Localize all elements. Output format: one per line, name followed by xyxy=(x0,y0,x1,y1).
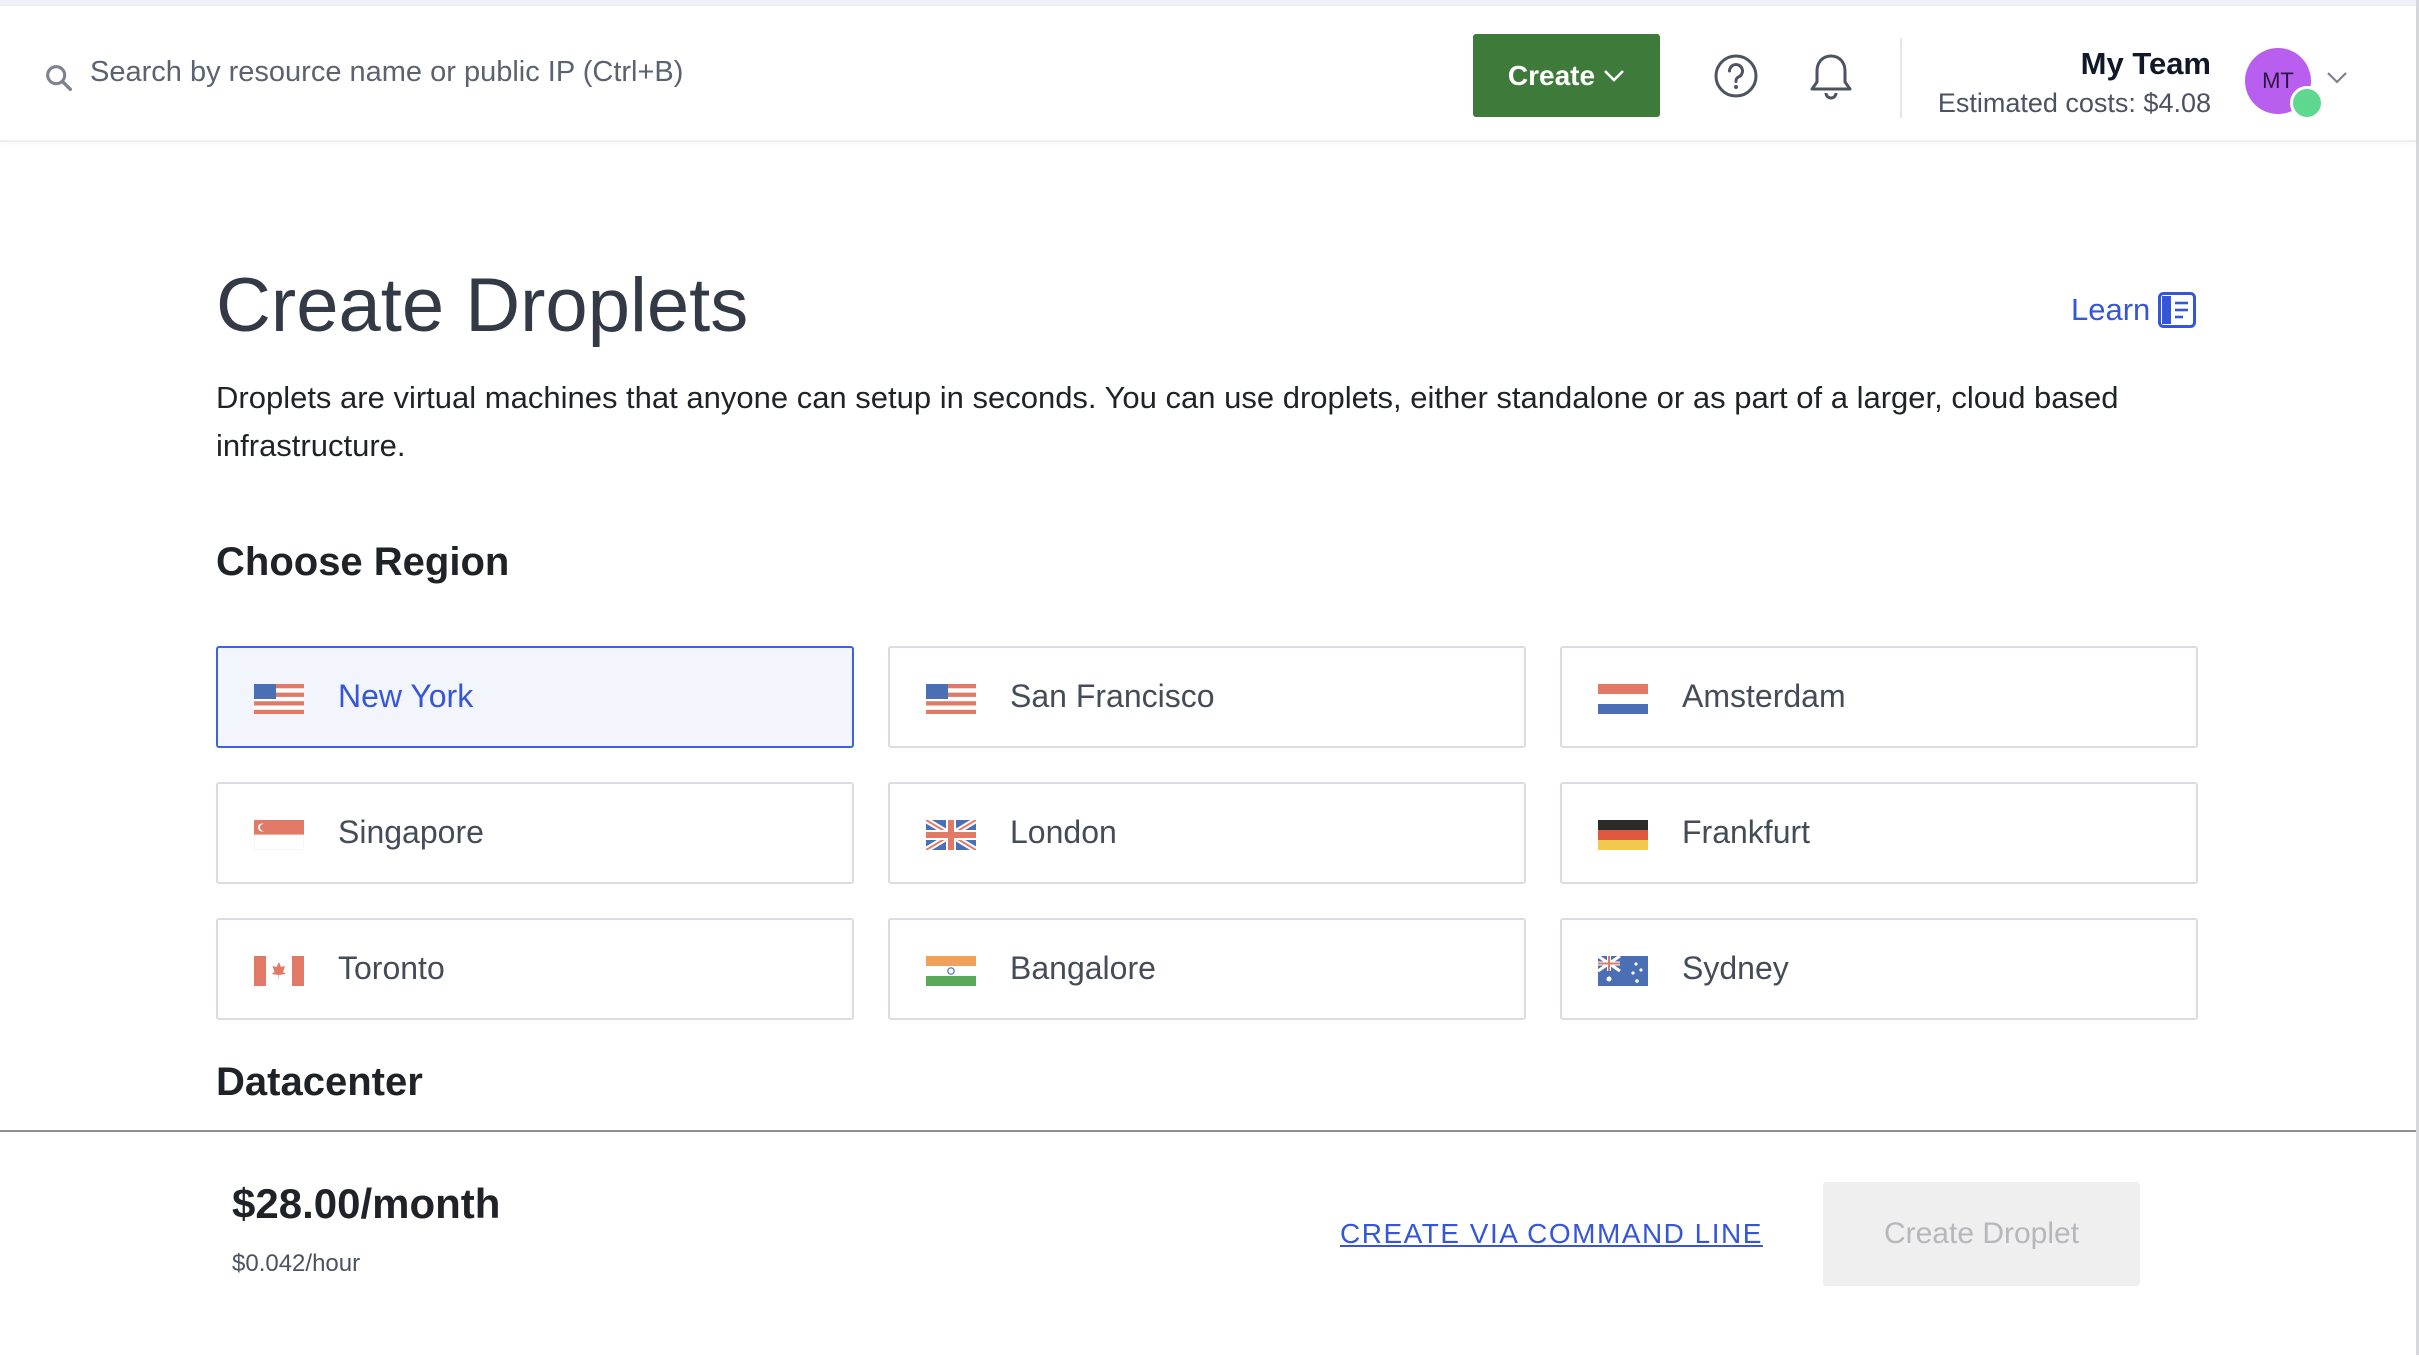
hourly-price: $0.042/hour xyxy=(232,1250,361,1277)
datacenter-heading: Datacenter xyxy=(216,1060,423,1104)
help-icon[interactable] xyxy=(1712,52,1760,100)
page-title: Create Droplets xyxy=(216,263,749,348)
us-flag-icon xyxy=(254,684,304,714)
region-label: Toronto xyxy=(338,950,445,986)
region-label: Singapore xyxy=(338,814,484,850)
uk-flag-icon xyxy=(926,820,976,850)
create-menu-button[interactable]: Create xyxy=(1473,34,1660,117)
create-droplet-button[interactable]: Create Droplet xyxy=(1823,1182,2140,1286)
estimated-costs: Estimated costs: $4.08 xyxy=(1937,88,2211,118)
header-divider xyxy=(1900,38,1902,118)
choose-region-heading: Choose Region xyxy=(216,540,510,584)
region-london[interactable]: London xyxy=(888,782,1526,884)
search-input[interactable]: Search by resource name or public IP (Ct… xyxy=(90,56,683,89)
monthly-price: $28.00/month xyxy=(232,1180,501,1227)
ca-flag-icon xyxy=(254,956,304,986)
de-flag-icon xyxy=(1598,820,1648,850)
learn-label: Learn xyxy=(2071,292,2151,327)
region-new-york[interactable]: New York xyxy=(216,646,854,748)
sg-flag-icon xyxy=(254,820,304,850)
chevron-down-icon xyxy=(1604,69,1624,82)
search-icon[interactable] xyxy=(42,61,76,95)
region-amsterdam[interactable]: Amsterdam xyxy=(1560,646,2198,748)
create-via-command-line-link[interactable]: CREATE VIA COMMAND LINE xyxy=(1340,1218,1763,1250)
region-label: Frankfurt xyxy=(1682,814,1811,850)
page-description: Droplets are virtual machines that anyon… xyxy=(216,380,2119,463)
nl-flag-icon xyxy=(1598,684,1648,714)
region-label: San Francisco xyxy=(1010,678,1215,714)
region-label: Amsterdam xyxy=(1682,678,1846,714)
region-bangalore[interactable]: Bangalore xyxy=(888,918,1526,1020)
region-label: New York xyxy=(338,678,474,714)
au-flag-icon xyxy=(1598,956,1648,986)
region-frankfurt[interactable]: Frankfurt xyxy=(1560,782,2198,884)
region-san-francisco[interactable]: San Francisco xyxy=(888,646,1526,748)
region-singapore[interactable]: Singapore xyxy=(216,782,854,884)
document-icon xyxy=(2158,292,2197,328)
region-label: London xyxy=(1010,814,1117,850)
learn-link[interactable]: Learn xyxy=(2071,292,2197,328)
region-label: Bangalore xyxy=(1010,950,1156,986)
region-label: Sydney xyxy=(1682,950,1789,986)
sticky-footer: $28.00/month $0.042/hour CREATE VIA COMM… xyxy=(0,1130,2416,1357)
create-button-label: Create xyxy=(1507,59,1596,91)
region-toronto[interactable]: Toronto xyxy=(216,918,854,1020)
avatar-status-badge xyxy=(2290,86,2324,120)
us-flag-icon xyxy=(926,684,976,714)
in-flag-icon xyxy=(926,956,976,986)
bell-icon[interactable] xyxy=(1806,50,1856,104)
chevron-down-icon[interactable] xyxy=(2326,70,2348,86)
team-name[interactable]: My Team xyxy=(2081,46,2211,82)
region-sydney[interactable]: Sydney xyxy=(1560,918,2198,1020)
top-bar: Search by resource name or public IP (Ct… xyxy=(0,6,2416,142)
